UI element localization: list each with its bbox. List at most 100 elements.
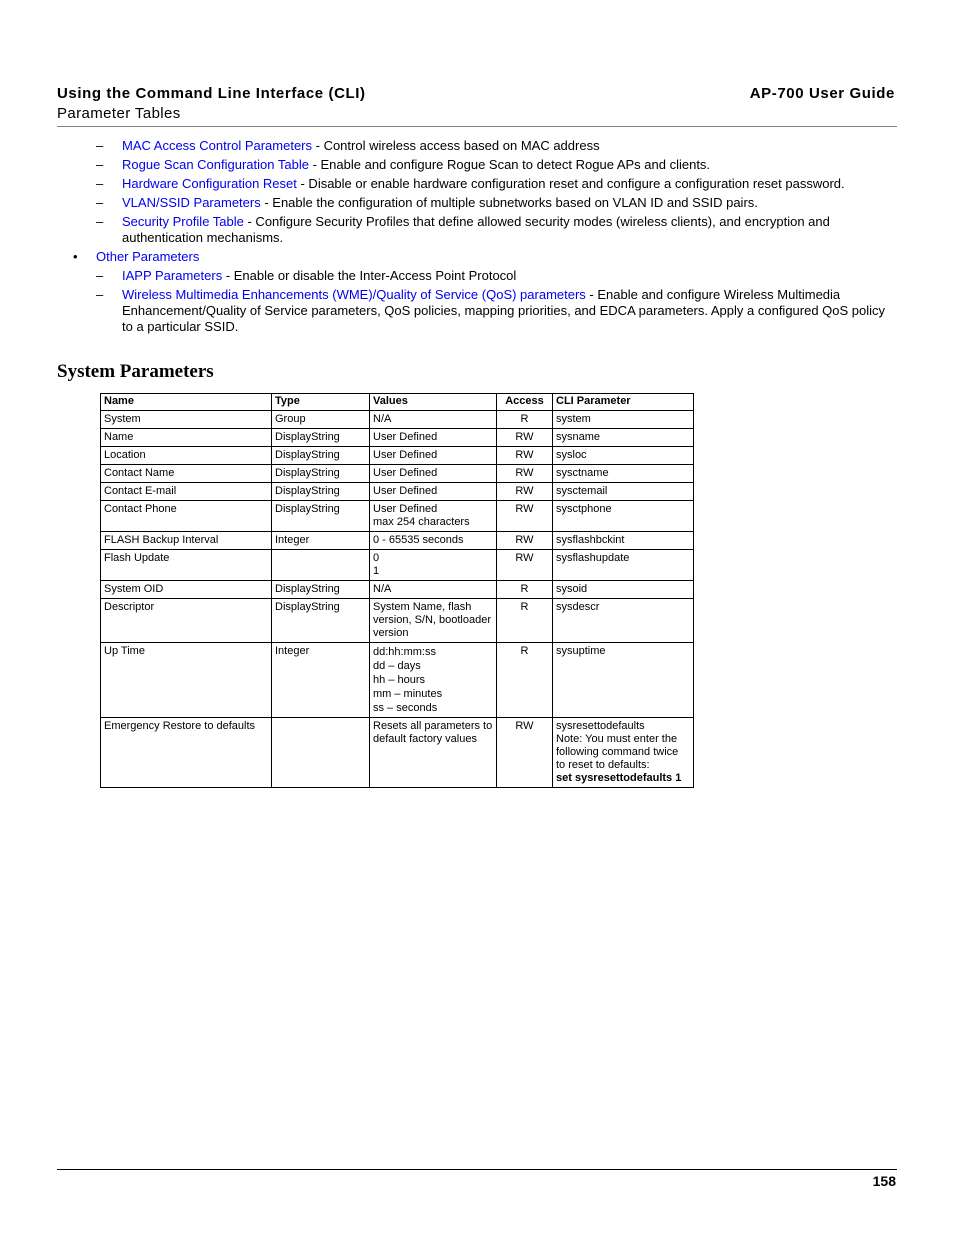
- cell-values: User Defined: [369, 464, 497, 483]
- cell-name: Name: [100, 428, 272, 447]
- cell-values: User Defined: [369, 446, 497, 465]
- cell-type: DisplayString: [271, 446, 370, 465]
- table-row: System Group N/A R system: [100, 410, 694, 429]
- cell-access: RW: [496, 482, 553, 501]
- cell-type: DisplayString: [271, 500, 370, 532]
- column-header-name: Name: [100, 393, 272, 411]
- cell-cli-parameter: sysloc: [552, 446, 694, 465]
- column-header-type: Type: [271, 393, 370, 411]
- cell-type: DisplayString: [271, 482, 370, 501]
- table-row: Contact Name DisplayString User Defined …: [100, 464, 694, 483]
- value-line: dd – days: [373, 660, 421, 672]
- cell-type: Group: [271, 410, 370, 429]
- value-line: User Defined: [373, 449, 438, 461]
- column-header-access: Access: [496, 393, 553, 411]
- list-item: – Security Profile Table - Configure Sec…: [0, 214, 954, 246]
- value-line: Resets all parameters to default factory…: [373, 720, 493, 745]
- dash-marker: –: [96, 176, 104, 191]
- dash-marker: –: [96, 195, 104, 210]
- table-row: Location DisplayString User Defined RW s…: [100, 446, 694, 465]
- link-mac-access-control[interactable]: MAC Access Control Parameters: [122, 138, 312, 153]
- link-hardware-config-reset[interactable]: Hardware Configuration Reset: [122, 176, 297, 191]
- link-rogue-scan[interactable]: Rogue Scan Configuration Table: [122, 157, 309, 172]
- cell-name: System: [100, 410, 272, 429]
- table-row: FLASH Backup Interval Integer 0 - 65535 …: [100, 531, 694, 550]
- cell-access: R: [496, 642, 553, 718]
- cell-name: Up Time: [100, 642, 272, 718]
- cell-name: Flash Update: [100, 549, 272, 581]
- cell-access: RW: [496, 549, 553, 581]
- cell-type: DisplayString: [271, 598, 370, 643]
- cell-cli-parameter: sysresettodefaults Note: You must enter …: [552, 717, 694, 788]
- cell-type: DisplayString: [271, 428, 370, 447]
- dash-marker: –: [96, 268, 104, 283]
- table-row: Flash Update 0 1 RW sysflashupdate: [100, 549, 694, 581]
- list-item: • Other Parameters: [0, 249, 954, 265]
- cell-values: N/A: [369, 410, 497, 429]
- cell-name: Contact Phone: [100, 500, 272, 532]
- cell-cli-parameter: sysctname: [552, 464, 694, 483]
- chapter-title: Using the Command Line Interface (CLI): [57, 85, 366, 102]
- page-header: Using the Command Line Interface (CLI) P…: [57, 85, 366, 123]
- value-line: User Defined: [373, 467, 438, 479]
- link-iapp[interactable]: IAPP Parameters: [122, 268, 222, 283]
- value-line: User Defined: [373, 431, 438, 443]
- value-line: User Defined: [373, 485, 438, 497]
- cell-cli-parameter: sysflashbckint: [552, 531, 694, 550]
- value-line: N/A: [373, 413, 392, 425]
- section-subtitle: Parameter Tables: [57, 105, 181, 122]
- list-item: – Hardware Configuration Reset - Disable…: [0, 176, 954, 192]
- dash-marker: –: [96, 157, 104, 172]
- table-row: Descriptor DisplayString System Name, fl…: [100, 598, 694, 643]
- link-security-profile[interactable]: Security Profile Table: [122, 214, 244, 229]
- list-item: – Wireless Multimedia Enhancements (WME)…: [0, 287, 954, 335]
- cell-type: DisplayString: [271, 464, 370, 483]
- cell-cli-parameter: sysname: [552, 428, 694, 447]
- table-row: Up Time Integer dd:hh:mm:ss dd – days hh…: [100, 642, 694, 718]
- dash-marker: –: [96, 138, 104, 153]
- cell-values: N/A: [369, 580, 497, 599]
- link-other-parameters[interactable]: Other Parameters: [96, 249, 199, 264]
- cell-values: 0 1: [369, 549, 497, 581]
- list-item-description: - Control wireless access based on MAC a…: [312, 138, 600, 153]
- link-wme-qos[interactable]: Wireless Multimedia Enhancements (WME)/Q…: [122, 287, 586, 302]
- cell-values: User Defined max 254 characters: [369, 500, 497, 532]
- list-item-description: - Enable or disable the Inter-Access Poi…: [222, 268, 517, 283]
- cell-type: [271, 549, 370, 581]
- parameter-list: – MAC Access Control Parameters - Contro…: [0, 138, 954, 338]
- cell-cli-parameter: system: [552, 410, 694, 429]
- value-line: mm – minutes: [373, 688, 443, 700]
- table-row: Contact Phone DisplayString User Defined…: [100, 500, 694, 532]
- value-line: N/A: [373, 583, 392, 595]
- cell-type: [271, 717, 370, 788]
- guide-title: AP-700 User Guide: [749, 85, 895, 102]
- cell-cli-parameter: sysdescr: [552, 598, 694, 643]
- list-item-description: - Disable or enable hardware configurati…: [296, 176, 845, 191]
- list-item: – IAPP Parameters - Enable or disable th…: [0, 268, 954, 284]
- cell-access: R: [496, 598, 553, 643]
- cell-access: RW: [496, 717, 553, 788]
- value-line: 0: [373, 552, 380, 564]
- value-line: System Name, flash version, S/N, bootloa…: [373, 601, 492, 639]
- value-line: User Defined: [373, 503, 438, 515]
- cell-cli-parameter: sysctphone: [552, 500, 694, 532]
- dash-marker: –: [96, 214, 104, 229]
- cell-name: Location: [100, 446, 272, 465]
- cell-access: RW: [496, 446, 553, 465]
- value-line: dd:hh:mm:ss: [373, 646, 436, 658]
- cell-values: dd:hh:mm:ss dd – days hh – hours mm – mi…: [369, 642, 497, 718]
- cli-parameter-value: sysresettodefaults: [556, 720, 645, 732]
- cell-type: Integer: [271, 531, 370, 550]
- cli-note: Note: You must enter the following comma…: [556, 733, 679, 771]
- value-line: hh – hours: [373, 674, 425, 686]
- cell-values: User Defined: [369, 428, 497, 447]
- footer-divider: [57, 1169, 897, 1170]
- value-line: max 254 characters: [373, 516, 470, 528]
- list-item: – Rogue Scan Configuration Table - Enabl…: [0, 157, 954, 173]
- cell-values: Resets all parameters to default factory…: [369, 717, 497, 788]
- document-page: Using the Command Line Interface (CLI) P…: [0, 0, 954, 1235]
- page-number: 158: [872, 1173, 896, 1189]
- table-row: System OID DisplayString N/A R sysoid: [100, 580, 694, 599]
- cell-name: Contact E-mail: [100, 482, 272, 501]
- link-vlan-ssid[interactable]: VLAN/SSID Parameters: [122, 195, 261, 210]
